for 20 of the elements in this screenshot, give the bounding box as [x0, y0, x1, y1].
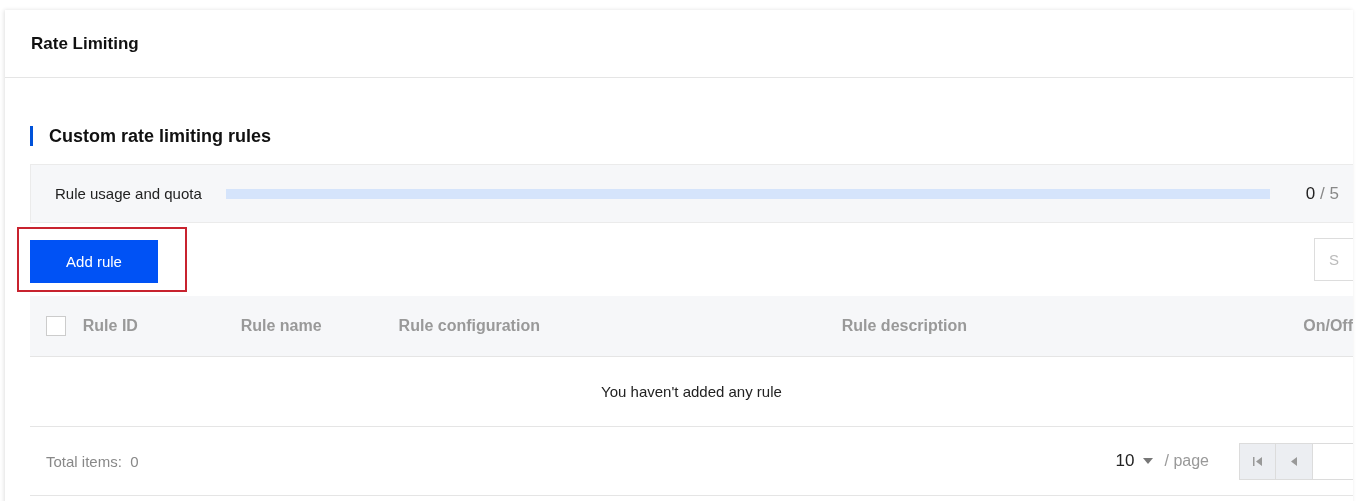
- column-header: Rule description: [840, 317, 969, 335]
- section-title: Custom rate limiting rules: [30, 126, 1353, 146]
- caret-icon: [1142, 458, 1153, 464]
- page-size-select[interactable]: 10: [1115, 451, 1153, 471]
- quota-label: Rule usage and quota: [55, 185, 202, 202]
- select-all-checkbox[interactable]: [46, 316, 66, 336]
- empty-message: You haven't added any rule: [601, 383, 782, 400]
- quota-usage: 0 / 5: [1304, 183, 1339, 204]
- total-items: Total items: 0: [46, 452, 140, 470]
- column-header: Rule ID: [82, 317, 139, 335]
- first-page-icon: [1253, 456, 1262, 466]
- column-header: On/Off: [1302, 317, 1353, 335]
- previous-icon: [1291, 456, 1297, 466]
- add-rule-button[interactable]: Add rule: [30, 240, 158, 283]
- search-field[interactable]: S: [1314, 238, 1353, 281]
- page-title: Rate Limiting: [31, 33, 139, 54]
- column-header: Rule name: [240, 317, 323, 335]
- column-header: Rule configuration: [398, 317, 541, 335]
- page-input[interactable]: [1313, 442, 1353, 480]
- per-page-label: / page: [1164, 452, 1209, 470]
